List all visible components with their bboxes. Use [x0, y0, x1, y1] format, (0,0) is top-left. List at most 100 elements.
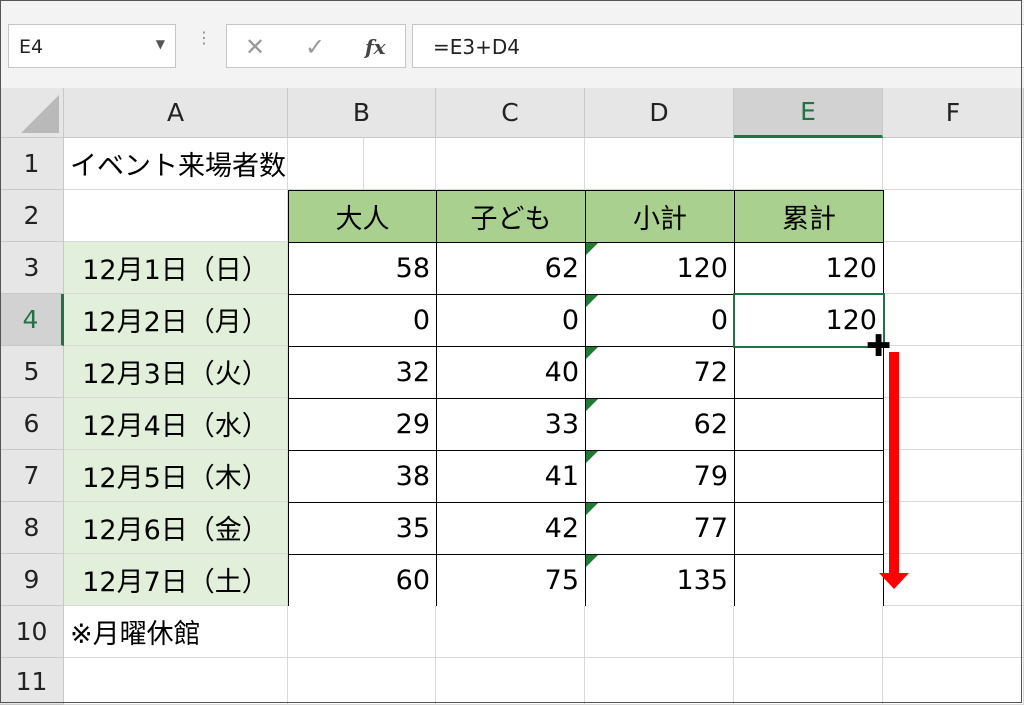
formula-input[interactable]: =E3+D4: [412, 24, 1024, 68]
cell-f2[interactable]: [884, 190, 1024, 242]
cell-b11[interactable]: [288, 658, 436, 705]
fill-handle-crosshair-icon[interactable]: ✚: [866, 332, 891, 362]
cell-child[interactable]: 0: [436, 294, 586, 347]
cell-date[interactable]: 12月2日（月）: [64, 294, 288, 346]
cell-c1[interactable]: [436, 138, 585, 190]
cell-a11[interactable]: [64, 658, 288, 705]
cell-cumulative[interactable]: [734, 450, 884, 503]
chevron-down-icon[interactable]: ▼: [156, 37, 165, 51]
active-cell-selection[interactable]: [733, 293, 885, 348]
down-arrow-shaft: [889, 352, 899, 574]
header-subtotal[interactable]: 小計: [585, 190, 735, 243]
cell-cumulative[interactable]: [734, 502, 884, 555]
header-cumulative[interactable]: 累計: [734, 190, 884, 243]
cell-d10[interactable]: [585, 606, 734, 658]
cell-subtotal[interactable]: 0: [585, 294, 735, 347]
cell-adult[interactable]: 29: [288, 398, 437, 451]
cell-date[interactable]: 12月4日（水）: [64, 398, 288, 450]
confirm-icon[interactable]: ✓: [305, 33, 325, 61]
subtotal-value: 135: [676, 565, 728, 596]
cell-child[interactable]: 75: [436, 554, 586, 607]
cell-f3[interactable]: [884, 242, 1024, 294]
cell-adult[interactable]: 32: [288, 346, 437, 399]
column-header-d[interactable]: D: [585, 88, 734, 138]
row-header-9[interactable]: 9: [0, 554, 64, 606]
cell-f10[interactable]: [883, 606, 1024, 658]
cell-c11[interactable]: [436, 658, 585, 705]
cell-child[interactable]: 40: [436, 346, 586, 399]
cell-adult[interactable]: 35: [288, 502, 437, 555]
cell-f8[interactable]: [884, 502, 1024, 554]
cell-b10[interactable]: [288, 606, 436, 658]
row-header-6[interactable]: 6: [0, 398, 64, 450]
select-all-corner[interactable]: [0, 88, 64, 138]
cell-cumulative[interactable]: 120: [734, 242, 884, 295]
row-header-3[interactable]: 3: [0, 242, 64, 294]
cell-d11[interactable]: [585, 658, 734, 705]
cell-date[interactable]: 12月6日（金）: [64, 502, 288, 554]
cell-cumulative[interactable]: [734, 346, 884, 399]
cell-subtotal[interactable]: 120: [585, 242, 735, 295]
column-header-a[interactable]: A: [64, 88, 288, 138]
header-child[interactable]: 子ども: [436, 190, 586, 243]
row-header-7[interactable]: 7: [0, 450, 64, 502]
formula-warning-icon: [586, 503, 598, 515]
cell-c10[interactable]: [436, 606, 585, 658]
cell-f4[interactable]: [884, 294, 1024, 346]
cell-adult[interactable]: 0: [288, 294, 437, 347]
formula-warning-icon: [586, 555, 598, 567]
formula-bar: E4 ▼ ⋮ ✕ ✓ fx =E3+D4: [0, 0, 1024, 88]
cell-subtotal[interactable]: 72: [585, 346, 735, 399]
cell-date[interactable]: 12月1日（日）: [64, 242, 288, 294]
column-header-e[interactable]: E: [734, 88, 883, 138]
cell-cumulative[interactable]: [734, 554, 884, 607]
column-header-c[interactable]: C: [436, 88, 585, 138]
formula-warning-icon: [586, 347, 598, 359]
cell-date[interactable]: 12月3日（火）: [64, 346, 288, 398]
cell-child[interactable]: 33: [436, 398, 586, 451]
cell-adult[interactable]: 38: [288, 450, 437, 503]
subtotal-value: 72: [693, 357, 728, 388]
row-header-11[interactable]: 11: [0, 658, 64, 705]
cell-child[interactable]: 42: [436, 502, 586, 555]
header-adult[interactable]: 大人: [288, 190, 437, 243]
formula-text: =E3+D4: [433, 35, 521, 59]
row-header-10[interactable]: 10: [0, 606, 64, 658]
insert-function-icon[interactable]: fx: [365, 35, 386, 59]
name-box-value: E4: [19, 36, 44, 58]
cell-subtotal[interactable]: 135: [585, 554, 735, 607]
row-header-5[interactable]: 5: [0, 346, 64, 398]
cell-subtotal[interactable]: 79: [585, 450, 735, 503]
cell-child[interactable]: 41: [436, 450, 586, 503]
column-header-f[interactable]: F: [883, 88, 1024, 138]
column-header-b[interactable]: B: [288, 88, 436, 138]
cell-adult[interactable]: 60: [288, 554, 437, 607]
formula-warning-icon: [586, 451, 598, 463]
cancel-icon[interactable]: ✕: [245, 33, 265, 61]
cell-f11[interactable]: [883, 658, 1024, 705]
cell-e10[interactable]: [734, 606, 883, 658]
sheet-title: イベント来場者数: [64, 138, 364, 190]
row-header-2[interactable]: 2: [0, 190, 64, 242]
cell-subtotal[interactable]: 77: [585, 502, 735, 555]
row-header-4[interactable]: 4: [0, 294, 64, 346]
cell-a2[interactable]: [64, 190, 288, 242]
cell-d1[interactable]: [585, 138, 734, 190]
cell-e11[interactable]: [734, 658, 883, 705]
row-header-1[interactable]: 1: [0, 138, 64, 190]
cell-e1[interactable]: [734, 138, 883, 190]
cell-f1[interactable]: [883, 138, 1024, 190]
cell-subtotal[interactable]: 62: [585, 398, 735, 451]
cell-f7[interactable]: [884, 450, 1024, 502]
name-box[interactable]: E4 ▼: [8, 24, 176, 68]
more-options-icon[interactable]: ⋮: [196, 30, 212, 46]
row-header-8[interactable]: 8: [0, 502, 64, 554]
cell-cumulative[interactable]: [734, 398, 884, 451]
cell-adult[interactable]: 58: [288, 242, 437, 295]
cell-f5[interactable]: [884, 346, 1024, 398]
cell-child[interactable]: 62: [436, 242, 586, 295]
select-all-icon: [21, 95, 59, 133]
cell-f6[interactable]: [884, 398, 1024, 450]
cell-date[interactable]: 12月7日（土）: [64, 554, 288, 606]
cell-date[interactable]: 12月5日（木）: [64, 450, 288, 502]
